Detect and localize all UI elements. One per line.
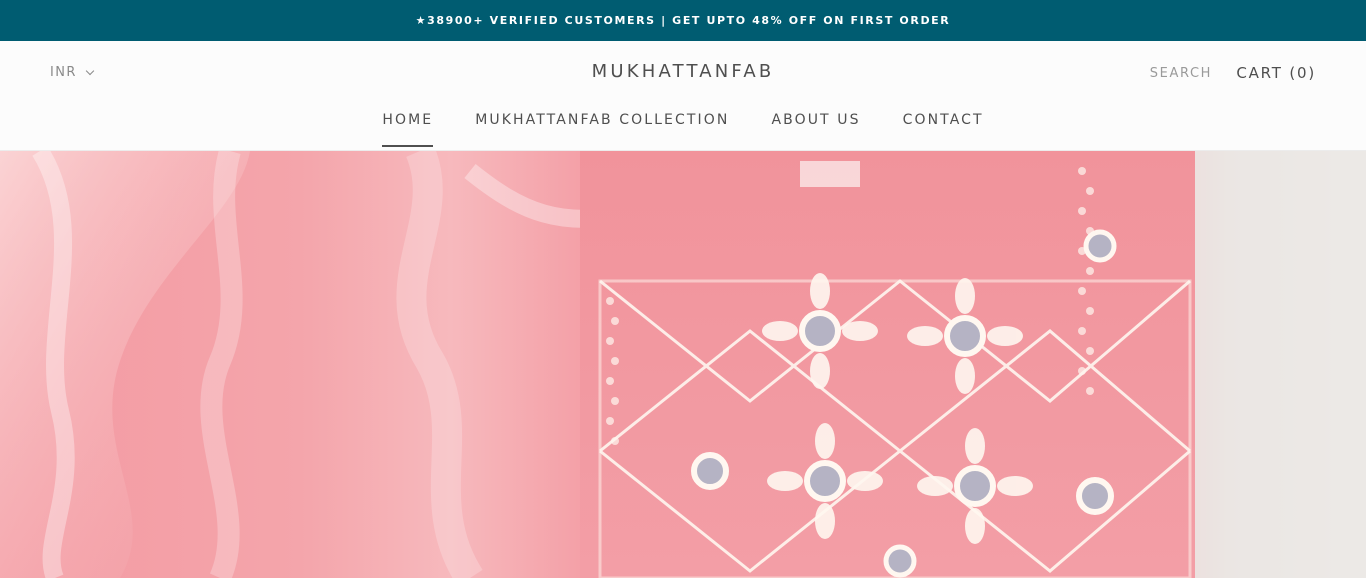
search-link[interactable]: SEARCH <box>1150 66 1212 81</box>
nav-item-about-us[interactable]: ABOUT US <box>771 112 860 146</box>
cart-link[interactable]: CART (0) <box>1236 64 1316 82</box>
announcement-bar: ★38900+ VERIFIED CUSTOMERS | GET UPTO 48… <box>0 0 1366 41</box>
nav-item-contact[interactable]: CONTACT <box>903 112 984 146</box>
announcement-text: ★38900+ VERIFIED CUSTOMERS | GET UPTO 48… <box>415 14 951 27</box>
site-header: INR MUKHATTANFAB SEARCH CART (0) HOME MU… <box>0 41 1366 151</box>
hero-banner[interactable] <box>0 151 1366 578</box>
nav-item-home[interactable]: HOME <box>382 112 434 147</box>
hero-image <box>0 151 1366 578</box>
nav-item-collection[interactable]: MUKHATTANFAB COLLECTION <box>475 112 729 146</box>
logo-link[interactable]: MUKHATTANFAB <box>592 61 775 82</box>
main-nav: HOME MUKHATTANFAB COLLECTION ABOUT US CO… <box>0 112 1366 147</box>
